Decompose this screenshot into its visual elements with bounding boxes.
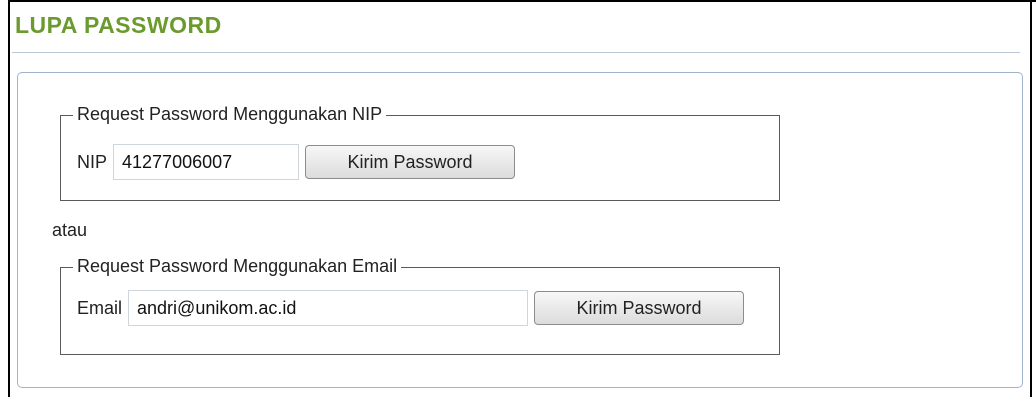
separator-text: atau	[52, 220, 88, 240]
frame-border-left	[8, 0, 10, 397]
email-fieldset-legend: Request Password Menggunakan Email	[73, 256, 402, 277]
nip-fieldset: Request Password Menggunakan NIP NIP 412…	[60, 104, 780, 201]
email-send-password-button[interactable]: Kirim Password	[534, 291, 745, 325]
nip-label: NIP	[77, 151, 108, 172]
page-title: LUPA PASSWORD	[15, 12, 222, 38]
nip-input[interactable]: 41277006007	[113, 144, 300, 180]
nip-input-value: 41277006007	[122, 151, 233, 172]
email-label: Email	[77, 297, 123, 318]
title-divider	[12, 52, 1020, 53]
nip-send-password-button[interactable]: Kirim Password	[305, 145, 516, 179]
nip-fieldset-legend: Request Password Menggunakan NIP	[73, 104, 387, 125]
email-fieldset: Request Password Menggunakan Email Email…	[60, 256, 780, 355]
email-input-value: andri@unikom.ac.id	[137, 297, 297, 318]
email-row: Email andri@unikom.ac.id Kirim Password	[77, 290, 745, 326]
email-input[interactable]: andri@unikom.ac.id	[128, 290, 529, 326]
frame-border-top	[8, 0, 1036, 2]
nip-row: NIP 41277006007 Kirim Password	[77, 144, 516, 180]
frame-border-right	[1030, 0, 1032, 397]
